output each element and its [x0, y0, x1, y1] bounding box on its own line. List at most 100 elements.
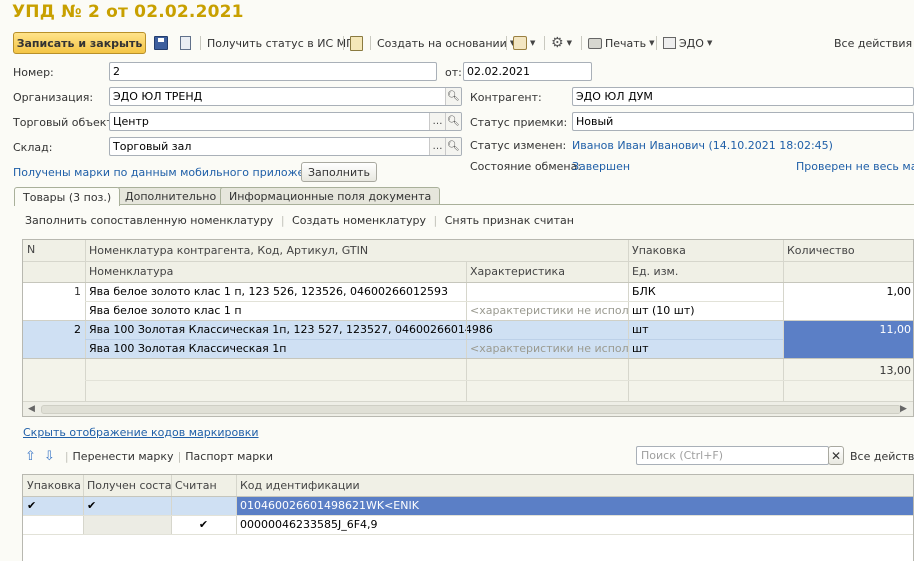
mark-row2-packaging[interactable] [23, 515, 83, 534]
settings-menu-button[interactable]: ⚙ ▼ [551, 34, 572, 52]
row1-nomenclature[interactable]: Ява белое золото клас 1 п [85, 301, 466, 320]
clipboard-icon[interactable] [350, 34, 363, 52]
marks-all-actions-button[interactable]: Все действия [850, 450, 914, 463]
number-label: Номер: [13, 66, 54, 79]
trade-object-field[interactable]: Центр … 🔍︎ [109, 112, 462, 131]
col-packaging-header[interactable]: Упаковка [628, 240, 783, 261]
report-menu-button[interactable]: ▼ [513, 34, 535, 52]
clear-search-icon[interactable]: ✕ [828, 446, 844, 465]
search-icon[interactable]: 🔍︎ [445, 138, 461, 155]
remove-scanned-button[interactable]: Снять признак считан [445, 214, 574, 227]
search-input[interactable]: Поиск (Ctrl+F) [636, 446, 829, 465]
goods-table: N Номенклатура контрагента, Код, Артикул… [22, 239, 914, 417]
contractor-field[interactable]: ЭДО ЮЛ ДУМ [572, 87, 914, 106]
move-mark-button[interactable]: Перенести марку [73, 450, 174, 463]
col-mark-packaging-header[interactable]: Упаковка [23, 475, 83, 496]
ellipsis-icon[interactable]: … [429, 138, 445, 155]
search-icon[interactable]: 🔍︎ [445, 88, 461, 105]
tab-goods[interactable]: Товары (3 поз.) [14, 187, 121, 206]
date-field[interactable]: 02.02.2021 [463, 62, 592, 81]
chevron-down-icon: ▼ [530, 39, 536, 47]
row2-unit[interactable]: шт [628, 339, 783, 358]
date-label: от: [445, 66, 462, 79]
trade-object-value: Центр [113, 115, 149, 128]
row1-packaging[interactable]: БЛК [628, 282, 783, 301]
mark-row1-composition[interactable]: ✔ [83, 496, 171, 515]
accept-status-field[interactable]: Новый [572, 112, 914, 131]
organization-field[interactable]: ЭДО ЮЛ ТРЕНД 🔍︎ [109, 87, 462, 106]
mark-passport-button[interactable]: Паспорт марки [185, 450, 273, 463]
col-contractor-nom-header[interactable]: Номенклатура контрагента, Код, Артикул, … [85, 240, 628, 261]
row1-contractor-nom[interactable]: Ява белое золото клас 1 п, 123 526, 1235… [85, 282, 628, 301]
create-nomenclature-button[interactable]: Создать номенклатуру [292, 214, 426, 227]
row1-quantity[interactable]: 1,00 [783, 282, 913, 320]
organization-label: Организация: [13, 91, 94, 104]
row1-unit[interactable]: шт (10 шт) [628, 301, 783, 320]
create-based-button[interactable]: Создать на основании▼ [377, 34, 515, 52]
chevron-down-icon: ▼ [566, 39, 572, 47]
checked-marks-link[interactable]: Проверен не весь марк [796, 160, 914, 173]
hide-codes-link[interactable]: Скрыть отображение кодов маркировки [23, 426, 259, 439]
trade-object-label: Торговый объект: [13, 116, 117, 129]
col-composition-header[interactable]: Получен состав [83, 475, 171, 496]
col-characteristic-header[interactable]: Характеристика [466, 261, 628, 282]
warehouse-field[interactable]: Торговый зал … 🔍︎ [109, 137, 462, 156]
row2-nomenclature[interactable]: Ява 100 Золотая Классическая 1п [85, 339, 466, 358]
col-n-header[interactable]: N [23, 240, 85, 261]
arrow-up-icon[interactable]: ⇧ [25, 449, 36, 464]
save-icon[interactable] [154, 34, 168, 52]
mark-row2-code[interactable]: 00000046233585J_6F4,9 [236, 515, 913, 534]
search-icon[interactable]: 🔍︎ [445, 113, 461, 130]
row1-n[interactable]: 1 [23, 282, 85, 301]
row2-quantity[interactable]: 11,00 [783, 320, 913, 358]
mark-row2-scanned[interactable]: ✔ [171, 515, 236, 534]
scroll-right-icon[interactable]: ▶ [900, 404, 907, 414]
edo-icon [663, 37, 676, 49]
tab-info-fields[interactable]: Информационные поля документа [220, 187, 441, 205]
organization-value: ЭДО ЮЛ ТРЕНД [113, 90, 203, 103]
row2-contractor-nom[interactable]: Ява 100 Золотая Классическая 1п, 123 527… [85, 320, 628, 339]
accept-status-label: Статус приемки: [470, 116, 568, 129]
mark-row1-scanned[interactable] [171, 496, 236, 515]
col-n-header-sub [23, 261, 85, 282]
status-changed-link[interactable]: Иванов Иван Иванович (14.10.2021 18:02:4… [572, 139, 833, 152]
chevron-down-icon: ▼ [706, 39, 713, 47]
scroll-left-icon[interactable]: ◀ [28, 404, 35, 414]
col-unit-header[interactable]: Ед. изм. [628, 261, 783, 282]
col-scanned-header[interactable]: Считан [171, 475, 236, 496]
horizontal-scrollbar[interactable]: ◀ ▶ [23, 401, 913, 416]
page-title: УПД № 2 от 02.02.2021 [12, 2, 244, 22]
col-nomenclature-header[interactable]: Номенклатура [85, 261, 466, 282]
marks-table: Упаковка Получен состав Считан Код идент… [22, 474, 914, 561]
edo-label: ЭДО [679, 36, 704, 50]
exchange-state-link[interactable]: Завершен [572, 160, 630, 173]
mark-row2-composition[interactable] [83, 515, 171, 534]
mark-row1-code[interactable]: 010460026601498621WK<ENIK [236, 496, 913, 515]
ellipsis-icon[interactable]: … [429, 113, 445, 130]
get-status-button[interactable]: Получить статус в ИС МП [207, 34, 354, 52]
tab-additional[interactable]: Дополнительно [116, 187, 226, 205]
fill-mapped-button[interactable]: Заполнить сопоставленную номенклатуру [25, 214, 273, 227]
warehouse-label: Склад: [13, 141, 53, 154]
edo-button[interactable]: ЭДО ▼ [663, 34, 712, 52]
tab-divider [14, 204, 914, 205]
fill-button[interactable]: Заполнить [301, 162, 377, 182]
row2-packaging[interactable]: шт [628, 320, 783, 339]
all-actions-button[interactable]: Все действия▼ [834, 34, 914, 52]
col-code-header[interactable]: Код идентификации [236, 475, 913, 496]
warehouse-value: Торговый зал [113, 140, 192, 153]
marks-received-link[interactable]: Получены марки по данным мобильного прил… [13, 166, 325, 179]
arrow-down-icon[interactable]: ⇩ [44, 449, 55, 464]
save-close-button[interactable]: Записать и закрыть [13, 32, 146, 54]
number-field[interactable]: 2 [109, 62, 437, 81]
exchange-state-label: Состояние обмена: [470, 160, 582, 173]
row2-characteristic[interactable]: <характеристики не исполь... [466, 339, 628, 358]
contractor-label: Контрагент: [470, 91, 542, 104]
document-list-icon[interactable] [180, 34, 191, 52]
mark-row1-packaging[interactable]: ✔ [23, 496, 83, 515]
row1-characteristic[interactable]: <характеристики не исполь... [466, 301, 628, 320]
row2-n[interactable]: 2 [23, 320, 85, 339]
print-button[interactable]: Печать ▼ [588, 34, 655, 52]
create-based-label: Создать на основании [377, 36, 507, 50]
scrollbar-thumb[interactable] [41, 405, 901, 414]
